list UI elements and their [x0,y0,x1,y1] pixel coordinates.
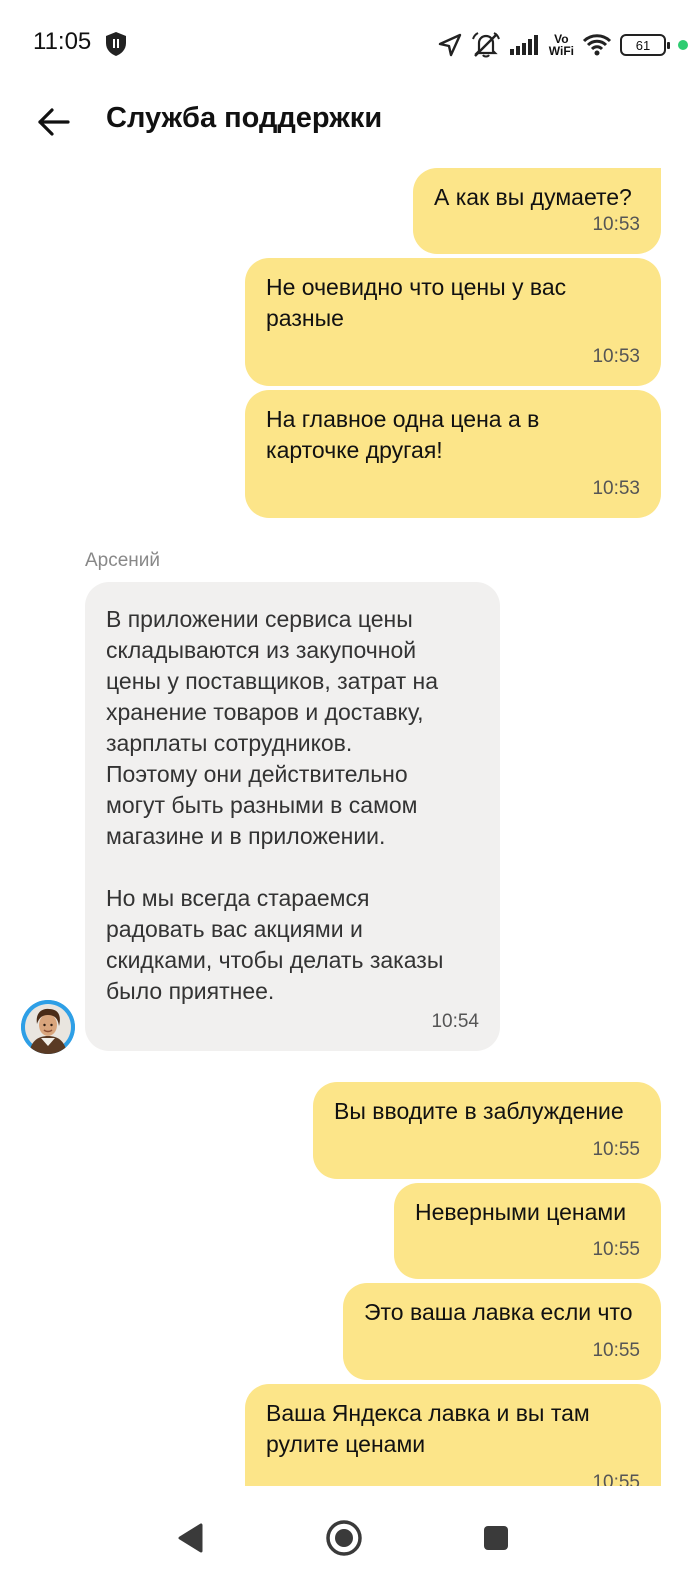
message-time: 10:55 [592,1472,640,1486]
message-bubble-outgoing[interactable]: Вы вводите в заблуждение 10:55 [313,1082,661,1179]
shield-icon [106,32,126,56]
message-time: 10:53 [592,214,640,235]
vowifi-bottom-label: WiFi [548,44,574,58]
chat-area[interactable]: А как вы думаете? 10:53 Не очевидно что … [0,168,700,1486]
app-header: Служба поддержки [0,88,700,168]
message-time: 10:53 [592,346,640,367]
message-text: Ваша Яндекса лавка и вы там рулите ценам… [266,1400,590,1457]
page-title: Служба поддержки [106,102,383,134]
status-icons: Vo WiFi 61 [437,30,688,60]
nav-home-button[interactable] [314,1508,374,1568]
battery-level: 61 [635,37,651,53]
square-recents-icon [484,1526,508,1550]
nav-back-button[interactable] [161,1508,221,1568]
circle-home-icon [326,1520,362,1556]
message-text: На главное одна цена а в карточке другая… [266,406,540,463]
privacy-dot [678,40,688,50]
message-time: 10:55 [592,1340,640,1361]
signal-icon [509,35,538,55]
status-bar: 11:05 Vo WiFi 61 [0,0,700,88]
message-text: Это ваша лавка если что [364,1299,633,1325]
wifi-icon [582,34,612,56]
status-time: 11:05 [33,28,92,55]
message-text: Неверными ценами [415,1199,627,1225]
triangle-back-icon [178,1523,203,1553]
message-bubble-incoming[interactable]: В приложении сервиса цены складываются и… [85,582,500,1051]
location-arrow-icon [438,33,461,57]
message-time: 10:55 [592,1239,640,1260]
message-bubble-outgoing[interactable]: Не очевидно что цены у вас разные 10:53 [245,258,661,386]
message-bubble-outgoing[interactable]: А как вы думаете? 10:53 [413,168,661,254]
message-bubble-outgoing[interactable]: Это ваша лавка если что 10:55 [343,1283,661,1380]
message-bubble-outgoing[interactable]: Ваша Яндекса лавка и вы там рулите ценам… [245,1384,661,1486]
message-text: Вы вводите в заблуждение [334,1098,624,1124]
message-bubble-outgoing[interactable]: На главное одна цена а в карточке другая… [245,390,661,518]
sender-name: Арсений [85,550,161,571]
back-button[interactable] [32,100,76,144]
message-time: 10:54 [431,1011,479,1032]
message-text: Не очевидно что цены у вас разные [266,274,567,331]
battery-indicator: 61 [620,34,670,56]
vowifi-indicator: Vo WiFi [549,33,574,57]
message-bubble-outgoing[interactable]: Неверными ценами 10:55 [394,1183,661,1279]
bell-off-icon [471,32,500,58]
system-nav-bar [0,1486,700,1594]
avatar[interactable] [21,1000,75,1054]
support-agent-avatar-icon [21,1000,75,1054]
message-text: В приложении сервиса цены складываются и… [106,606,444,1004]
nav-recents-button[interactable] [466,1508,526,1568]
arrow-left-icon [38,108,70,136]
message-time: 10:53 [592,478,640,499]
message-time: 10:55 [592,1139,640,1160]
